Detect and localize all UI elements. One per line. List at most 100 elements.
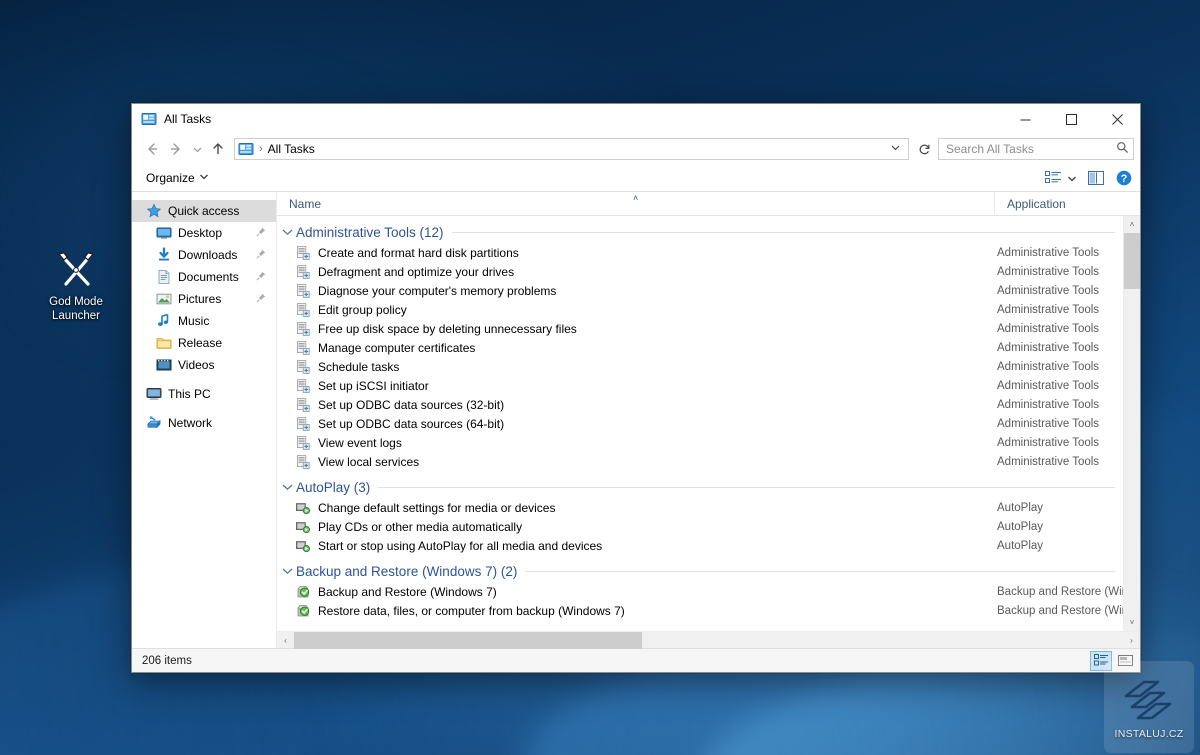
sidebar-item-label: Downloads <box>178 248 237 262</box>
view-options-chevron-down-icon[interactable] <box>1068 171 1076 185</box>
sidebar-item-pictures[interactable]: Pictures <box>132 288 276 310</box>
sidebar-item-network[interactable]: Network <box>132 412 276 434</box>
help-button[interactable]: ? <box>1116 170 1132 186</box>
window-body: Quick access Desktop Downloads Documents Pic… <box>132 192 1140 648</box>
forward-button[interactable] <box>164 137 188 161</box>
list-item[interactable]: Diagnose your computer's memory problems… <box>277 281 1123 300</box>
list-item[interactable]: Set up ODBC data sources (64-bit)Adminis… <box>277 414 1123 433</box>
scroll-up-arrow-icon[interactable]: ˄ <box>1124 216 1140 233</box>
list-item-application: Administrative Tools <box>995 361 1123 373</box>
admin-tool-icon <box>295 378 311 394</box>
close-button[interactable] <box>1094 104 1140 134</box>
list-item[interactable]: Edit group policyAdministrative Tools <box>277 300 1123 319</box>
list-item-name-cell: Defragment and optimize your drives <box>277 264 995 280</box>
list-item[interactable]: Change default settings for media or dev… <box>277 498 1123 517</box>
list-item-name: Manage computer certificates <box>318 341 475 355</box>
admin-tool-icon <box>295 245 311 261</box>
sidebar-item-label: Documents <box>178 270 239 284</box>
list-item[interactable]: Create and format hard disk partitionsAd… <box>277 243 1123 262</box>
vertical-scroll-track[interactable] <box>1124 233 1140 614</box>
list-item-name: Restore data, files, or computer from ba… <box>318 604 625 618</box>
list-item[interactable]: Set up iSCSI initiatorAdministrative Too… <box>277 376 1123 395</box>
list-item[interactable]: Defragment and optimize your drivesAdmin… <box>277 262 1123 281</box>
scroll-right-arrow-icon[interactable]: › <box>1123 636 1140 645</box>
list-item-name: Start or stop using AutoPlay for all med… <box>318 539 602 553</box>
list-item[interactable]: Play CDs or other media automaticallyAut… <box>277 517 1123 536</box>
title-bar[interactable]: All Tasks <box>132 104 1140 134</box>
list-item[interactable]: Free up disk space by deleting unnecessa… <box>277 319 1123 338</box>
desktop-icon-label-line1: God Mode <box>30 296 122 310</box>
recent-locations-chevron-down-icon[interactable] <box>188 137 206 161</box>
sidebar-item-documents[interactable]: Documents <box>132 266 276 288</box>
admin-tool-icon <box>295 340 311 356</box>
list-item[interactable]: Set up ODBC data sources (32-bit)Adminis… <box>277 395 1123 414</box>
sidebar-item-label: Desktop <box>178 226 222 240</box>
preview-pane-button[interactable] <box>1088 171 1104 185</box>
list-item-name-cell: Play CDs or other media automatically <box>277 519 995 535</box>
sidebar-item-music[interactable]: Music <box>132 310 276 332</box>
vertical-scrollbar[interactable]: ˄ ˅ <box>1123 216 1140 631</box>
search-icon[interactable] <box>1116 141 1129 157</box>
view-options-button[interactable] <box>1045 171 1076 185</box>
sidebar-item-desktop[interactable]: Desktop <box>132 222 276 244</box>
group-header[interactable]: AutoPlay (3) <box>277 477 1123 498</box>
list-item-name: View event logs <box>318 436 402 450</box>
chevron-down-icon[interactable] <box>282 482 296 494</box>
list-item-name-cell: Backup and Restore (Windows 7) <box>277 584 995 600</box>
list-item[interactable]: Schedule tasksAdministrative Tools <box>277 357 1123 376</box>
search-input[interactable]: Search All Tasks <box>938 138 1134 160</box>
list-item-name: Defragment and optimize your drives <box>318 265 514 279</box>
list-item[interactable]: Manage computer certificatesAdministrati… <box>277 338 1123 357</box>
breadcrumb-separator: › <box>259 143 263 155</box>
sidebar-item-release[interactable]: Release <box>132 332 276 354</box>
breadcrumb-all-tasks[interactable]: All Tasks <box>268 142 315 156</box>
desktop-icon-god-mode-launcher[interactable]: God Mode Launcher <box>30 248 122 323</box>
address-chevron-down-icon[interactable] <box>891 143 906 155</box>
admin-tool-icon <box>295 283 311 299</box>
list-item[interactable]: Start or stop using AutoPlay for all med… <box>277 536 1123 555</box>
pin-icon[interactable] <box>256 293 266 306</box>
minimize-button[interactable] <box>1002 104 1048 134</box>
horizontal-scrollbar[interactable]: ‹ › <box>277 631 1140 648</box>
address-bar[interactable]: › All Tasks <box>234 138 909 160</box>
list-item-name-cell: Set up ODBC data sources (64-bit) <box>277 416 995 432</box>
organize-button[interactable]: Organize <box>142 169 212 187</box>
pin-icon[interactable] <box>256 271 266 284</box>
backup-icon <box>295 603 311 619</box>
group-header[interactable]: Backup and Restore (Windows 7) (2) <box>277 561 1123 582</box>
list-area: Administrative Tools (12)Create and form… <box>277 216 1140 631</box>
list-item[interactable]: Backup and Restore (Windows 7)Backup and… <box>277 582 1123 601</box>
list-item[interactable]: Restore data, files, or computer from ba… <box>277 601 1123 620</box>
pin-icon[interactable] <box>256 227 266 240</box>
refresh-button[interactable] <box>913 138 935 160</box>
list-item[interactable]: View local servicesAdministrative Tools <box>277 452 1123 471</box>
list-item-name: Set up ODBC data sources (32-bit) <box>318 398 504 412</box>
list-item-name-cell: Edit group policy <box>277 302 995 318</box>
sidebar-item-quick-access[interactable]: Quick access <box>132 200 276 222</box>
maximize-button[interactable] <box>1048 104 1094 134</box>
list-item-application: Administrative Tools <box>995 456 1123 468</box>
up-button[interactable] <box>206 137 230 161</box>
list-item-application: AutoPlay <box>995 540 1123 552</box>
sidebar-item-downloads[interactable]: Downloads <box>132 244 276 266</box>
column-header-application[interactable]: Application <box>995 192 1140 216</box>
sidebar-item-videos[interactable]: Videos <box>132 354 276 376</box>
admin-tool-icon <box>295 435 311 451</box>
chevron-down-icon[interactable] <box>282 227 296 239</box>
scroll-down-arrow-icon[interactable]: ˅ <box>1124 614 1140 631</box>
sidebar-item-label: Music <box>178 314 209 328</box>
list-item[interactable]: View event logsAdministrative Tools <box>277 433 1123 452</box>
back-button[interactable] <box>140 137 164 161</box>
group-header[interactable]: BitLocker Drive Encryption (1) <box>277 626 1123 631</box>
horizontal-scroll-track[interactable] <box>294 632 1123 649</box>
group-header[interactable]: Administrative Tools (12) <box>277 222 1123 243</box>
group-divider <box>452 232 1115 233</box>
pin-icon[interactable] <box>256 249 266 262</box>
sidebar-item-this-pc[interactable]: This PC <box>132 383 276 405</box>
vertical-scroll-thumb[interactable] <box>1124 233 1140 289</box>
chevron-down-icon[interactable] <box>282 566 296 578</box>
horizontal-scroll-thumb[interactable] <box>294 632 642 649</box>
scroll-left-arrow-icon[interactable]: ‹ <box>277 636 294 645</box>
column-header-name[interactable]: Name ˄ <box>277 192 995 216</box>
window-title: All Tasks <box>164 112 211 126</box>
